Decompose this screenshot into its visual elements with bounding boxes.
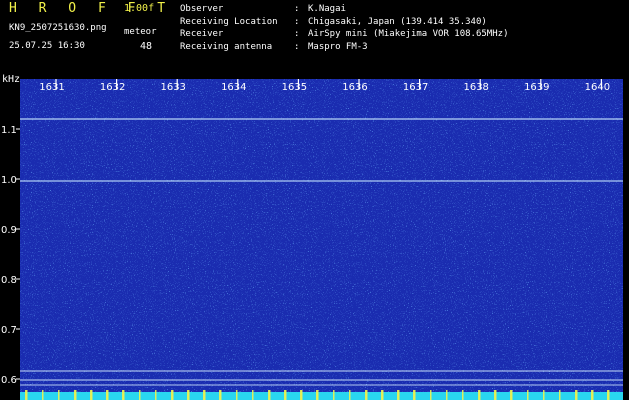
- bottom-mark: [58, 390, 60, 400]
- bottom-mark: [543, 390, 545, 400]
- bottom-mark: [430, 390, 432, 400]
- spectrogram-plot: 1631 1632 1633 1634 1635 1636 1637 1638 1639 1640: [20, 79, 623, 400]
- bottom-mark: [495, 390, 497, 400]
- x-tick-label: 1639: [524, 82, 549, 93]
- bottom-mark: [349, 390, 351, 400]
- bottom-mark: [155, 390, 157, 400]
- bottom-mark: [75, 390, 77, 400]
- bottom-mark: [301, 390, 303, 400]
- y-tick-label: 0.6: [1, 375, 17, 386]
- bottom-mark: [382, 390, 384, 400]
- x-tick-label: 1634: [221, 82, 246, 93]
- y-axis: 1.1 1.0 0.9 0.8 0.7 0.6: [1, 125, 20, 386]
- bottom-band: [20, 392, 623, 400]
- bottom-mark: [252, 390, 254, 400]
- bottom-mark: [576, 390, 578, 400]
- file-name: KN9_2507251630.png: [9, 23, 107, 33]
- x-tick-label: 1637: [403, 82, 428, 93]
- bottom-mark: [559, 390, 561, 400]
- bottom-mark: [527, 390, 529, 400]
- bottom-mark: [91, 390, 93, 400]
- bottom-mark: [414, 390, 416, 400]
- bottom-mark: [26, 390, 28, 400]
- info-location: Receiving Location: Chigasaki, Japan (139…: [180, 16, 487, 27]
- bottom-mark: [269, 390, 271, 400]
- bottom-mark: [285, 390, 287, 400]
- x-tick-label: 1633: [160, 82, 185, 93]
- bottom-mark: [123, 390, 125, 400]
- bottom-mark: [107, 390, 109, 400]
- bottom-mark: [42, 390, 44, 400]
- bottom-mark: [236, 390, 238, 400]
- info-observer: Observer: K.Nagai: [180, 4, 346, 14]
- info-antenna: Receiving antenna: Maspro FM-3: [180, 41, 368, 52]
- bottom-mark: [172, 390, 174, 400]
- spectrogram-noise: [20, 79, 623, 400]
- bottom-mark: [592, 390, 594, 400]
- bottom-mark: [317, 390, 319, 400]
- app-version: 1.00f: [124, 3, 155, 14]
- x-tick-label: 1636: [342, 82, 367, 93]
- x-tick-label: 1631: [39, 82, 64, 93]
- info-receiver: Receiver: AirSpy mini (Miakejima VOR 108.…: [180, 29, 509, 39]
- bottom-mark: [220, 390, 222, 400]
- header-panel: H R O F F T 1.00f KN9_2507251630.png 25.…: [0, 0, 629, 74]
- y-tick-label: 0.9: [1, 225, 17, 236]
- x-tick-label: 1638: [463, 82, 488, 93]
- bottom-mark: [608, 390, 610, 400]
- bottom-mark: [204, 390, 206, 400]
- y-tick-label: 1.1: [1, 125, 17, 136]
- x-tick-label: 1640: [585, 82, 610, 93]
- observation-datetime: 25.07.25 16:30: [9, 41, 85, 51]
- bottom-mark: [479, 390, 481, 400]
- bottom-mark: [398, 390, 400, 400]
- bottom-mark: [188, 390, 190, 400]
- x-tick-label: 1632: [100, 82, 125, 93]
- meteor-label: meteor: [124, 27, 157, 37]
- y-tick-label: 0.8: [1, 275, 17, 286]
- y-tick-label: 0.7: [1, 325, 17, 336]
- bottom-mark: [446, 390, 448, 400]
- y-tick-label: 1.0: [1, 175, 17, 186]
- x-tick-label: 1635: [282, 82, 307, 93]
- bottom-mark: [333, 390, 335, 400]
- bottom-mark: [366, 390, 368, 400]
- bottom-mark: [511, 390, 513, 400]
- station-info: Observer: K.Nagai Receiving Location: Chig…: [180, 3, 508, 53]
- bottom-mark: [139, 390, 141, 400]
- bottom-mark: [462, 390, 464, 400]
- meteor-count: 48: [140, 41, 153, 52]
